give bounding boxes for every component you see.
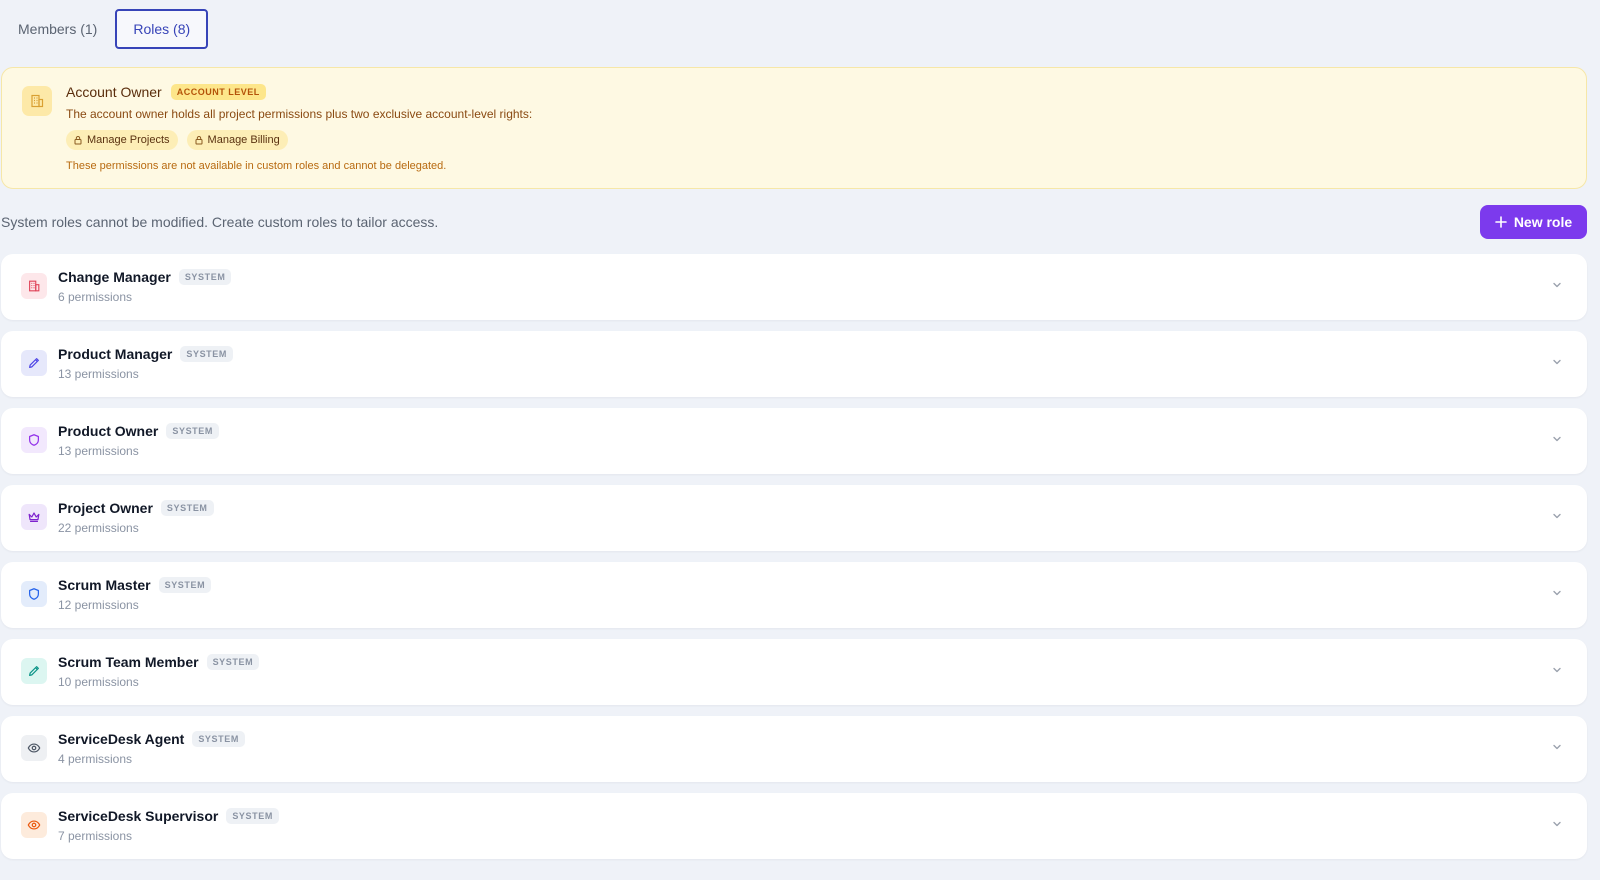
- role-name-row: Product Owner SYSTEM: [58, 423, 219, 439]
- role-permission-count: 4 permissions: [58, 752, 133, 766]
- lock-icon: [74, 136, 82, 145]
- role-name-row: Product Manager SYSTEM: [58, 346, 233, 362]
- role-name: ServiceDesk Supervisor: [58, 808, 219, 824]
- lock-icon: [195, 136, 203, 145]
- system-badge: SYSTEM: [178, 269, 232, 285]
- role-name-row: Scrum Master SYSTEM: [58, 577, 212, 593]
- eye-icon: [21, 812, 47, 838]
- system-badge: SYSTEM: [160, 500, 214, 516]
- account-level-badge: ACCOUNT LEVEL: [170, 84, 266, 100]
- role-card[interactable]: Change Manager SYSTEM 6 permissions: [1, 254, 1587, 320]
- role-name: Product Manager: [58, 346, 173, 362]
- role-name-row: ServiceDesk Agent SYSTEM: [58, 731, 245, 747]
- pencil-icon: [21, 658, 47, 684]
- chevron-down-icon[interactable]: [1551, 664, 1563, 676]
- right-label: Manage Projects: [87, 134, 170, 146]
- chevron-down-icon[interactable]: [1551, 510, 1563, 522]
- role-permission-count: 12 permissions: [58, 598, 139, 612]
- role-name-row: Project Owner SYSTEM: [58, 500, 214, 516]
- tab-roles[interactable]: Roles (8): [115, 9, 209, 49]
- role-card[interactable]: ServiceDesk Agent SYSTEM 4 permissions: [1, 716, 1587, 782]
- chevron-down-icon[interactable]: [1551, 818, 1563, 830]
- crown-icon: [21, 504, 47, 530]
- role-permission-count: 6 permissions: [58, 290, 133, 304]
- account-owner-note: These permissions are not available in c…: [66, 160, 447, 172]
- new-role-label: New role: [1513, 214, 1573, 230]
- tab-bar: Members (1) Roles (8): [0, 9, 209, 49]
- chevron-down-icon[interactable]: [1551, 279, 1563, 291]
- new-role-button[interactable]: New role: [1480, 205, 1587, 239]
- account-owner-title: Account Owner: [66, 84, 162, 100]
- chevron-down-icon[interactable]: [1551, 741, 1563, 753]
- tab-members[interactable]: Members (1): [0, 9, 115, 49]
- role-name-row: Change Manager SYSTEM: [58, 269, 232, 285]
- role-name-row: ServiceDesk Supervisor SYSTEM: [58, 808, 279, 824]
- chevron-down-icon[interactable]: [1551, 587, 1563, 599]
- system-badge: SYSTEM: [158, 577, 212, 593]
- right-chip-manage-projects: Manage Projects: [66, 130, 178, 150]
- system-badge: SYSTEM: [180, 346, 233, 362]
- shield-icon: [21, 427, 47, 453]
- role-card[interactable]: Scrum Team Member SYSTEM 10 permissions: [1, 639, 1587, 705]
- role-name: Product Owner: [58, 423, 159, 439]
- account-owner-banner: Account Owner ACCOUNT LEVEL The account …: [1, 67, 1587, 189]
- eye-icon: [21, 735, 47, 761]
- system-badge: SYSTEM: [166, 423, 219, 439]
- right-label: Manage Billing: [207, 134, 280, 146]
- role-name: ServiceDesk Agent: [58, 731, 185, 747]
- role-card[interactable]: Project Owner SYSTEM 22 permissions: [1, 485, 1587, 551]
- role-card[interactable]: Scrum Master SYSTEM 12 permissions: [1, 562, 1587, 628]
- system-badge: SYSTEM: [226, 808, 279, 824]
- role-permission-count: 13 permissions: [58, 367, 139, 381]
- plus-icon: [1495, 216, 1507, 228]
- role-permission-count: 13 permissions: [58, 444, 139, 458]
- building-icon: [22, 86, 52, 116]
- role-card[interactable]: Product Manager SYSTEM 13 permissions: [1, 331, 1587, 397]
- role-name: Scrum Master: [58, 577, 151, 593]
- role-name: Project Owner: [58, 500, 153, 516]
- role-name: Change Manager: [58, 269, 171, 285]
- role-name: Scrum Team Member: [58, 654, 199, 670]
- role-card[interactable]: ServiceDesk Supervisor SYSTEM 7 permissi…: [1, 793, 1587, 859]
- right-chip-manage-billing: Manage Billing: [186, 130, 288, 150]
- chevron-down-icon[interactable]: [1551, 433, 1563, 445]
- account-owner-description: The account owner holds all project perm…: [66, 107, 533, 121]
- role-permission-count: 22 permissions: [58, 521, 139, 535]
- system-badge: SYSTEM: [192, 731, 245, 747]
- account-owner-title-row: Account Owner ACCOUNT LEVEL: [66, 84, 266, 100]
- exclusive-rights: Manage Projects Manage Billing: [66, 130, 288, 150]
- building-icon: [21, 273, 47, 299]
- role-permission-count: 7 permissions: [58, 829, 133, 843]
- pencil-icon: [21, 350, 47, 376]
- roles-subheader: System roles cannot be modified. Create …: [1, 214, 439, 230]
- role-card[interactable]: Product Owner SYSTEM 13 permissions: [1, 408, 1587, 474]
- chevron-down-icon[interactable]: [1551, 356, 1563, 368]
- system-badge: SYSTEM: [206, 654, 260, 670]
- role-permission-count: 10 permissions: [58, 675, 139, 689]
- shield-icon: [21, 581, 47, 607]
- role-name-row: Scrum Team Member SYSTEM: [58, 654, 260, 670]
